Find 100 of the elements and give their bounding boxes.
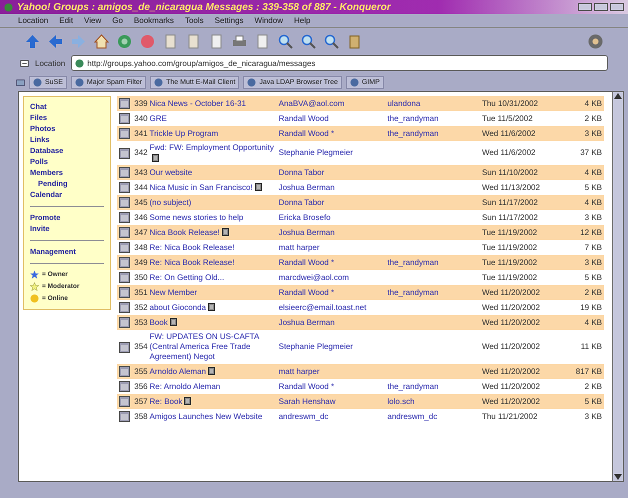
envelope-icon [119, 396, 130, 407]
author-link[interactable]: Joshua Berman [276, 225, 386, 240]
author-link[interactable]: Joshua Berman [276, 180, 386, 195]
message-number: 351 [132, 285, 149, 300]
menu-item[interactable]: Help [294, 16, 310, 25]
envelope-icon [119, 366, 130, 377]
message-subject[interactable]: Re: Nica Book Release! [148, 255, 277, 270]
message-subject[interactable]: (no subject) [148, 195, 277, 210]
message-subject[interactable]: Re: Arnoldo Aleman [148, 379, 277, 394]
message-size: 817 KB [559, 364, 604, 379]
url-field[interactable]: http://groups.yahoo.com/group/amigos_de_nicaragua/messages [71, 55, 608, 71]
attachment-icon [222, 228, 229, 236]
profile-link[interactable]: the_randyman [385, 379, 480, 394]
author-link[interactable]: Randall Wood [276, 111, 386, 126]
profile-link[interactable]: the_randyman [385, 255, 480, 270]
author-link[interactable]: Stephanie Plegmeier [276, 141, 386, 165]
message-size: 2 KB [559, 379, 604, 394]
profile-link[interactable]: the_randyman [385, 285, 480, 300]
message-subject[interactable]: Some news stories to help [148, 210, 277, 225]
home-icon[interactable] [93, 32, 110, 50]
author-link[interactable]: Randall Wood * [276, 126, 386, 141]
zoom-icon[interactable] [323, 32, 340, 50]
back-icon[interactable] [47, 32, 64, 50]
author-link[interactable]: Randall Wood * [276, 379, 386, 394]
envelope-icon [119, 287, 130, 298]
author-link[interactable]: elsieerc@email.toast.net [276, 300, 386, 315]
message-subject[interactable]: Book [148, 315, 277, 330]
envelope-icon [119, 272, 130, 283]
author-link[interactable]: Donna Tabor [276, 195, 386, 210]
message-subject[interactable]: Nica Music in San Francisco! [148, 180, 277, 195]
bookmarks-icon[interactable] [16, 78, 25, 87]
close-button[interactable] [610, 3, 624, 11]
profile-link[interactable]: the_randyman [385, 126, 480, 141]
message-subject[interactable]: Amigos Launches New Website [148, 409, 277, 424]
envelope-icon [119, 148, 130, 158]
author-link[interactable]: Randall Wood * [276, 255, 386, 270]
message-subject[interactable]: Re: Book [148, 394, 277, 409]
message-date: Sun 11/10/2002 [480, 165, 560, 180]
message-number: 343 [132, 165, 149, 180]
author-link[interactable]: Ericka Brosefo [276, 210, 386, 225]
menu-item[interactable]: Window [254, 16, 283, 25]
menu-item[interactable]: Go [112, 16, 123, 25]
maximize-button[interactable] [594, 3, 608, 11]
author-link[interactable]: Joshua Berman [276, 315, 386, 330]
zoom-icon[interactable] [300, 32, 317, 50]
message-subject[interactable]: Arnoldo Aleman [148, 364, 277, 379]
minimize-button[interactable] [578, 3, 592, 11]
message-size: 4 KB [559, 165, 604, 180]
message-subject[interactable]: Re: On Getting Old... [148, 270, 277, 285]
message-subject[interactable]: Trickle Up Program [148, 126, 277, 141]
author-link[interactable]: marcdwei@aol.com [276, 270, 386, 285]
message-number: 339 [132, 96, 149, 111]
star-icon [30, 270, 39, 279]
message-number: 353 [132, 315, 149, 330]
menu-item[interactable]: Bookmarks [134, 16, 174, 25]
envelope-icon [119, 113, 130, 124]
message-date: Tue 11/19/2002 [480, 225, 560, 240]
star-icon [30, 282, 39, 291]
scroll-down-icon[interactable] [613, 473, 623, 481]
profile-link[interactable]: andreswm_dc [385, 409, 480, 424]
message-subject[interactable]: Nica News - October 16-31 [148, 96, 277, 111]
clear-icon[interactable] [20, 58, 29, 68]
message-date: Wed 11/20/2002 [480, 394, 560, 409]
author-link[interactable]: matt harper [276, 240, 386, 255]
message-subject[interactable]: Our website [148, 165, 277, 180]
author-link[interactable]: andreswm_dc [276, 409, 386, 424]
message-number: 357 [132, 394, 149, 409]
message-subject[interactable]: Re: Nica Book Release! [148, 240, 277, 255]
message-number: 349 [132, 255, 149, 270]
message-number: 358 [132, 409, 149, 424]
menu-item[interactable]: Edit [59, 16, 74, 25]
window-title: Yahoo! Groups : amigos_de_nicaragua Messages : 339-358 of 887 - Konqueror [17, 2, 392, 12]
author-link[interactable]: Randall Wood * [276, 285, 386, 300]
profile-link[interactable]: ulandona [385, 96, 480, 111]
menu-item[interactable]: Location [18, 16, 48, 25]
message-subject[interactable]: FW: UPDATES ON US-CAFTA (Central America Free Trade Agreement) Negot [148, 330, 277, 364]
author-link[interactable]: matt harper [276, 364, 386, 379]
profile-link[interactable]: lolo.sch [385, 394, 480, 409]
message-date: Sun 11/17/2002 [480, 210, 560, 225]
message-subject[interactable]: Nica Book Release! [148, 225, 277, 240]
message-subject[interactable]: GRE [148, 111, 277, 126]
arrow-up-icon[interactable] [24, 32, 41, 50]
menu-item[interactable]: View [84, 16, 102, 25]
scroll-up-icon[interactable] [613, 92, 623, 100]
message-subject[interactable]: about Gioconda [148, 300, 277, 315]
scrollbar[interactable] [612, 92, 623, 481]
envelope-icon [119, 242, 130, 253]
profile-link[interactable]: the_randyman [385, 111, 480, 126]
message-number: 348 [132, 240, 149, 255]
menu-item[interactable]: Tools [184, 16, 204, 25]
author-link[interactable]: AnaBVA@aol.com [276, 96, 386, 111]
author-link[interactable]: Stephanie Plegmeier [276, 330, 386, 364]
message-number: 347 [132, 225, 149, 240]
message-subject[interactable]: New Member [148, 285, 277, 300]
zoom-icon[interactable] [277, 32, 294, 50]
message-subject[interactable]: Fwd: FW: Employment Opportunity [148, 141, 277, 165]
author-link[interactable]: Donna Tabor [276, 165, 386, 180]
menu-item[interactable]: Settings [214, 16, 244, 25]
author-link[interactable]: Sarah Henshaw [276, 394, 386, 409]
message-date: Tue 11/19/2002 [480, 255, 560, 270]
